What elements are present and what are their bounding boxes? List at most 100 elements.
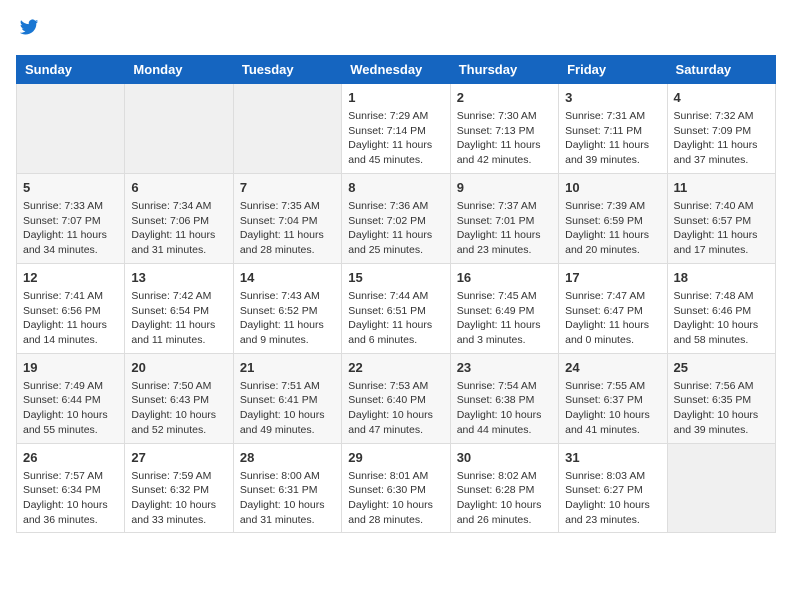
calendar-cell: 20 Sunrise: 7:50 AM Sunset: 6:43 PM Dayli…	[125, 353, 233, 443]
weekday-header-monday: Monday	[125, 55, 233, 83]
day-number: 28	[240, 449, 335, 467]
calendar-header-row: SundayMondayTuesdayWednesdayThursdayFrid…	[17, 55, 776, 83]
calendar-cell: 30 Sunrise: 8:02 AM Sunset: 6:28 PM Dayli…	[450, 443, 558, 533]
day-info: Sunrise: 8:01 AM Sunset: 6:30 PM Dayligh…	[348, 469, 443, 528]
calendar-cell: 10 Sunrise: 7:39 AM Sunset: 6:59 PM Dayli…	[559, 173, 667, 263]
calendar-cell: 29 Sunrise: 8:01 AM Sunset: 6:30 PM Dayli…	[342, 443, 450, 533]
day-info: Sunrise: 7:29 AM Sunset: 7:14 PM Dayligh…	[348, 109, 443, 168]
calendar-cell: 23 Sunrise: 7:54 AM Sunset: 6:38 PM Dayli…	[450, 353, 558, 443]
logo-bird-icon	[18, 16, 40, 38]
calendar-cell: 27 Sunrise: 7:59 AM Sunset: 6:32 PM Dayli…	[125, 443, 233, 533]
weekday-header-thursday: Thursday	[450, 55, 558, 83]
page-header	[16, 16, 776, 43]
day-number: 12	[23, 269, 118, 287]
day-info: Sunrise: 7:57 AM Sunset: 6:34 PM Dayligh…	[23, 469, 118, 528]
day-info: Sunrise: 7:41 AM Sunset: 6:56 PM Dayligh…	[23, 289, 118, 348]
day-number: 2	[457, 89, 552, 107]
day-info: Sunrise: 7:56 AM Sunset: 6:35 PM Dayligh…	[674, 379, 769, 438]
calendar-cell: 6 Sunrise: 7:34 AM Sunset: 7:06 PM Daylig…	[125, 173, 233, 263]
calendar-cell: 14 Sunrise: 7:43 AM Sunset: 6:52 PM Dayli…	[233, 263, 341, 353]
day-number: 16	[457, 269, 552, 287]
day-info: Sunrise: 7:48 AM Sunset: 6:46 PM Dayligh…	[674, 289, 769, 348]
day-info: Sunrise: 7:43 AM Sunset: 6:52 PM Dayligh…	[240, 289, 335, 348]
calendar-cell: 3 Sunrise: 7:31 AM Sunset: 7:11 PM Daylig…	[559, 83, 667, 173]
day-number: 21	[240, 359, 335, 377]
calendar-cell: 28 Sunrise: 8:00 AM Sunset: 6:31 PM Dayli…	[233, 443, 341, 533]
day-number: 31	[565, 449, 660, 467]
calendar-cell: 2 Sunrise: 7:30 AM Sunset: 7:13 PM Daylig…	[450, 83, 558, 173]
day-info: Sunrise: 7:33 AM Sunset: 7:07 PM Dayligh…	[23, 199, 118, 258]
calendar-cell: 9Sunrise: 7:37 AM Sunset: 7:01 PM Daylig…	[450, 173, 558, 263]
calendar-week-row: 1 Sunrise: 7:29 AM Sunset: 7:14 PM Daylig…	[17, 83, 776, 173]
day-info: Sunrise: 7:39 AM Sunset: 6:59 PM Dayligh…	[565, 199, 660, 258]
calendar-cell	[17, 83, 125, 173]
day-number: 20	[131, 359, 226, 377]
day-number: 30	[457, 449, 552, 467]
day-info: Sunrise: 7:54 AM Sunset: 6:38 PM Dayligh…	[457, 379, 552, 438]
weekday-header-friday: Friday	[559, 55, 667, 83]
day-info: Sunrise: 7:55 AM Sunset: 6:37 PM Dayligh…	[565, 379, 660, 438]
day-info: Sunrise: 7:30 AM Sunset: 7:13 PM Dayligh…	[457, 109, 552, 168]
day-info: Sunrise: 7:34 AM Sunset: 7:06 PM Dayligh…	[131, 199, 226, 258]
day-info: Sunrise: 7:37 AM Sunset: 7:01 PM Dayligh…	[457, 199, 552, 258]
calendar-week-row: 5 Sunrise: 7:33 AM Sunset: 7:07 PM Daylig…	[17, 173, 776, 263]
calendar-cell	[667, 443, 775, 533]
day-info: Sunrise: 7:59 AM Sunset: 6:32 PM Dayligh…	[131, 469, 226, 528]
calendar-cell: 4 Sunrise: 7:32 AM Sunset: 7:09 PM Daylig…	[667, 83, 775, 173]
calendar-cell: 15 Sunrise: 7:44 AM Sunset: 6:51 PM Dayli…	[342, 263, 450, 353]
day-number: 5	[23, 179, 118, 197]
day-info: Sunrise: 7:40 AM Sunset: 6:57 PM Dayligh…	[674, 199, 769, 258]
day-info: Sunrise: 7:49 AM Sunset: 6:44 PM Dayligh…	[23, 379, 118, 438]
logo	[16, 16, 40, 43]
calendar-cell: 24Sunrise: 7:55 AM Sunset: 6:37 PM Dayli…	[559, 353, 667, 443]
calendar-week-row: 12 Sunrise: 7:41 AM Sunset: 6:56 PM Dayli…	[17, 263, 776, 353]
calendar-cell: 19 Sunrise: 7:49 AM Sunset: 6:44 PM Dayli…	[17, 353, 125, 443]
calendar-cell	[125, 83, 233, 173]
day-number: 3	[565, 89, 660, 107]
day-number: 8	[348, 179, 443, 197]
day-number: 10	[565, 179, 660, 197]
day-info: Sunrise: 7:50 AM Sunset: 6:43 PM Dayligh…	[131, 379, 226, 438]
calendar-cell: 1 Sunrise: 7:29 AM Sunset: 7:14 PM Daylig…	[342, 83, 450, 173]
day-number: 25	[674, 359, 769, 377]
day-info: Sunrise: 7:32 AM Sunset: 7:09 PM Dayligh…	[674, 109, 769, 168]
calendar-cell: 26 Sunrise: 7:57 AM Sunset: 6:34 PM Dayli…	[17, 443, 125, 533]
calendar-cell	[233, 83, 341, 173]
day-info: Sunrise: 8:00 AM Sunset: 6:31 PM Dayligh…	[240, 469, 335, 528]
calendar-cell: 11Sunrise: 7:40 AM Sunset: 6:57 PM Dayli…	[667, 173, 775, 263]
day-number: 13	[131, 269, 226, 287]
calendar-cell: 21 Sunrise: 7:51 AM Sunset: 6:41 PM Dayli…	[233, 353, 341, 443]
day-number: 6	[131, 179, 226, 197]
day-info: Sunrise: 7:42 AM Sunset: 6:54 PM Dayligh…	[131, 289, 226, 348]
day-info: Sunrise: 7:47 AM Sunset: 6:47 PM Dayligh…	[565, 289, 660, 348]
day-number: 4	[674, 89, 769, 107]
day-number: 27	[131, 449, 226, 467]
calendar-table: SundayMondayTuesdayWednesdayThursdayFrid…	[16, 55, 776, 534]
day-number: 7	[240, 179, 335, 197]
calendar-cell: 16Sunrise: 7:45 AM Sunset: 6:49 PM Dayli…	[450, 263, 558, 353]
day-number: 18	[674, 269, 769, 287]
calendar-week-row: 26 Sunrise: 7:57 AM Sunset: 6:34 PM Dayli…	[17, 443, 776, 533]
weekday-header-sunday: Sunday	[17, 55, 125, 83]
day-number: 29	[348, 449, 443, 467]
day-info: Sunrise: 7:31 AM Sunset: 7:11 PM Dayligh…	[565, 109, 660, 168]
day-number: 23	[457, 359, 552, 377]
day-number: 15	[348, 269, 443, 287]
day-number: 19	[23, 359, 118, 377]
calendar-cell: 13 Sunrise: 7:42 AM Sunset: 6:54 PM Dayli…	[125, 263, 233, 353]
calendar-cell: 5 Sunrise: 7:33 AM Sunset: 7:07 PM Daylig…	[17, 173, 125, 263]
day-info: Sunrise: 7:51 AM Sunset: 6:41 PM Dayligh…	[240, 379, 335, 438]
day-number: 17	[565, 269, 660, 287]
day-number: 14	[240, 269, 335, 287]
weekday-header-tuesday: Tuesday	[233, 55, 341, 83]
day-info: Sunrise: 7:53 AM Sunset: 6:40 PM Dayligh…	[348, 379, 443, 438]
logo-text	[16, 16, 40, 43]
day-info: Sunrise: 7:44 AM Sunset: 6:51 PM Dayligh…	[348, 289, 443, 348]
calendar-cell: 22 Sunrise: 7:53 AM Sunset: 6:40 PM Dayli…	[342, 353, 450, 443]
day-info: Sunrise: 8:02 AM Sunset: 6:28 PM Dayligh…	[457, 469, 552, 528]
day-number: 26	[23, 449, 118, 467]
calendar-cell: 18 Sunrise: 7:48 AM Sunset: 6:46 PM Dayli…	[667, 263, 775, 353]
day-number: 1	[348, 89, 443, 107]
day-number: 22	[348, 359, 443, 377]
calendar-week-row: 19 Sunrise: 7:49 AM Sunset: 6:44 PM Dayli…	[17, 353, 776, 443]
